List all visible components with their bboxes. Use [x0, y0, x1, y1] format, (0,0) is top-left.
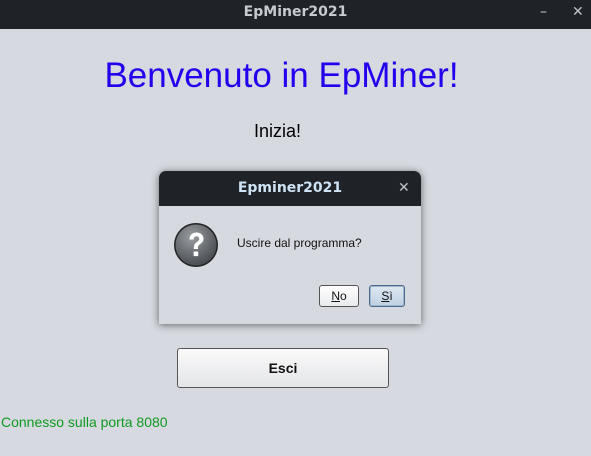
dialog-close-icon[interactable]: ✕ [398, 171, 410, 206]
dialog-titlebar[interactable]: Epminer2021 ✕ [159, 171, 421, 206]
confirm-dialog: Epminer2021 ✕ Uscire dal programma? No S… [159, 171, 421, 324]
connection-status: Connesso sulla porta 8080 [1, 414, 168, 430]
minimize-icon[interactable]: – [540, 0, 547, 25]
no-mnemonic: N [331, 289, 340, 303]
yes-label-rest: ì [389, 289, 393, 303]
no-button[interactable]: No [319, 285, 359, 307]
dialog-message: Uscire dal programma? [237, 236, 362, 250]
window-titlebar[interactable]: EpMiner2021 – ✕ [0, 0, 591, 29]
welcome-heading: Benvenuto in EpMiner! [104, 56, 459, 95]
exit-button[interactable]: Esci [177, 348, 389, 388]
start-label[interactable]: Inizia! [230, 121, 325, 142]
close-icon[interactable]: ✕ [572, 0, 584, 25]
yes-button[interactable]: Sì [369, 285, 405, 307]
main-window: EpMiner2021 – ✕ Benvenuto in EpMiner! In… [0, 0, 591, 456]
no-label-rest: o [339, 289, 347, 303]
question-icon [174, 223, 218, 267]
window-title: EpMiner2021 [243, 4, 348, 20]
dialog-title: Epminer2021 [237, 180, 343, 196]
